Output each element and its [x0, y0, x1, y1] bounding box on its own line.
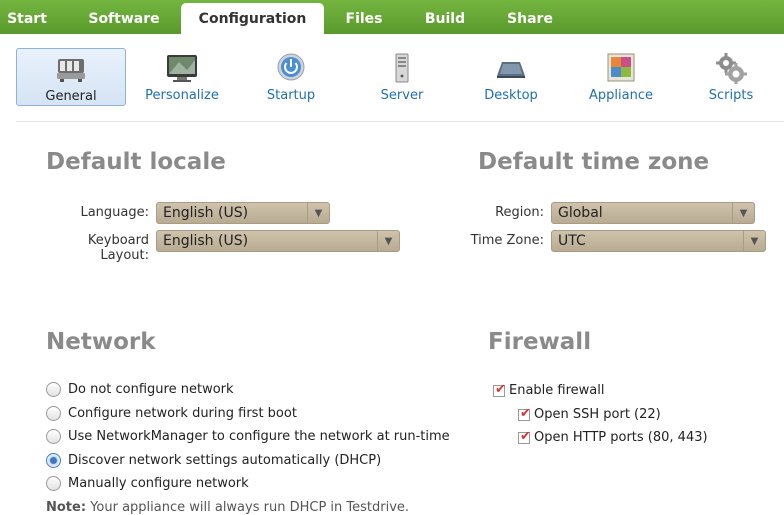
- open-http-label: Open HTTP ports (80, 443): [534, 430, 708, 445]
- language-label: Language:: [80, 205, 149, 220]
- open-ssh-checkbox[interactable]: ✔: [518, 406, 531, 421]
- gears-icon: [716, 53, 747, 84]
- subnav-general-label: General: [45, 89, 97, 104]
- checkmark-icon: ✔: [495, 382, 506, 397]
- radio-button[interactable]: [46, 406, 61, 421]
- timezone-select-value: UTC: [558, 233, 586, 249]
- tab-files[interactable]: Files: [336, 0, 392, 34]
- subnav-scripts-label: Scripts: [708, 88, 754, 103]
- tab-start[interactable]: Start: [0, 0, 54, 34]
- language-select-value: English (US): [163, 205, 249, 221]
- subnav-personalize[interactable]: Personalize: [136, 48, 228, 106]
- locale-heading: Default locale: [46, 149, 226, 175]
- radio-button[interactable]: [46, 476, 61, 491]
- radio-button[interactable]: [46, 382, 61, 397]
- main-tab-bar: Start Software Configuration Files Build…: [0, 0, 784, 34]
- desktop-icon: [497, 62, 525, 78]
- timezone-heading: Default time zone: [478, 149, 710, 175]
- subnav-server-label: Server: [380, 88, 424, 103]
- language-select[interactable]: English (US) ▼: [156, 202, 330, 224]
- subnav-appliance[interactable]: Appliance: [584, 48, 658, 106]
- keyboard-layout-select[interactable]: English (US) ▼: [156, 230, 400, 252]
- subnav-desktop-label: Desktop: [484, 88, 538, 103]
- subnav-divider: [16, 121, 784, 122]
- region-select-value: Global: [558, 205, 603, 221]
- chevron-down-icon: ▼: [743, 231, 765, 251]
- timezone-label: Time Zone:: [470, 233, 544, 248]
- radio-button-selected[interactable]: [46, 453, 61, 468]
- power-icon: [277, 53, 305, 81]
- tab-software[interactable]: Software: [80, 0, 168, 34]
- enable-firewall-label: Enable firewall: [509, 383, 605, 398]
- network-option-label: Manually configure network: [68, 476, 249, 491]
- tab-configuration[interactable]: Configuration: [181, 3, 324, 34]
- timezone-select[interactable]: UTC ▼: [551, 230, 766, 252]
- keyboard-layout-label: Keyboard Layout:: [87, 233, 149, 263]
- subnav-server[interactable]: Server: [370, 48, 434, 106]
- network-option-label: Use NetworkManager to configure the netw…: [68, 429, 450, 444]
- general-icon: [57, 59, 85, 82]
- subnav-desktop[interactable]: Desktop: [476, 48, 546, 106]
- server-icon: [395, 53, 409, 83]
- tab-build[interactable]: Build: [416, 0, 474, 34]
- network-note: Note: Your appliance will always run DHC…: [46, 500, 409, 515]
- chevron-down-icon: ▼: [732, 203, 754, 223]
- open-ssh-label: Open SSH port (22): [534, 407, 661, 422]
- checkmark-icon: ✔: [520, 406, 531, 421]
- open-http-checkbox[interactable]: ✔: [518, 429, 531, 444]
- tab-share[interactable]: Share: [500, 0, 560, 34]
- network-option-label: Discover network settings automatically …: [68, 453, 382, 468]
- appliance-icon: [607, 53, 635, 82]
- radio-button[interactable]: [46, 429, 61, 444]
- configuration-subnav: General Personalize Startup Server Deskt…: [0, 34, 784, 118]
- subnav-appliance-label: Appliance: [589, 88, 653, 103]
- subnav-general[interactable]: General: [16, 48, 126, 106]
- monitor-icon: [167, 55, 197, 82]
- checkmark-icon: ✔: [520, 429, 531, 444]
- enable-firewall-checkbox[interactable]: ✔: [493, 382, 506, 397]
- subnav-startup-label: Startup: [266, 88, 316, 103]
- network-option-label: Do not configure network: [68, 382, 234, 397]
- region-select[interactable]: Global ▼: [551, 202, 755, 224]
- subnav-personalize-label: Personalize: [145, 88, 219, 103]
- note-label: Note:: [46, 500, 87, 515]
- note-text: Your appliance will always run DHCP in T…: [90, 500, 410, 515]
- network-option-label: Configure network during first boot: [68, 406, 297, 421]
- subnav-startup[interactable]: Startup: [256, 48, 326, 106]
- region-label: Region:: [495, 205, 544, 220]
- chevron-down-icon: ▼: [307, 203, 329, 223]
- subnav-scripts[interactable]: Scripts: [700, 48, 762, 106]
- network-heading: Network: [46, 329, 156, 355]
- keyboard-layout-select-value: English (US): [163, 233, 249, 249]
- firewall-heading: Firewall: [488, 329, 592, 355]
- chevron-down-icon: ▼: [377, 231, 399, 251]
